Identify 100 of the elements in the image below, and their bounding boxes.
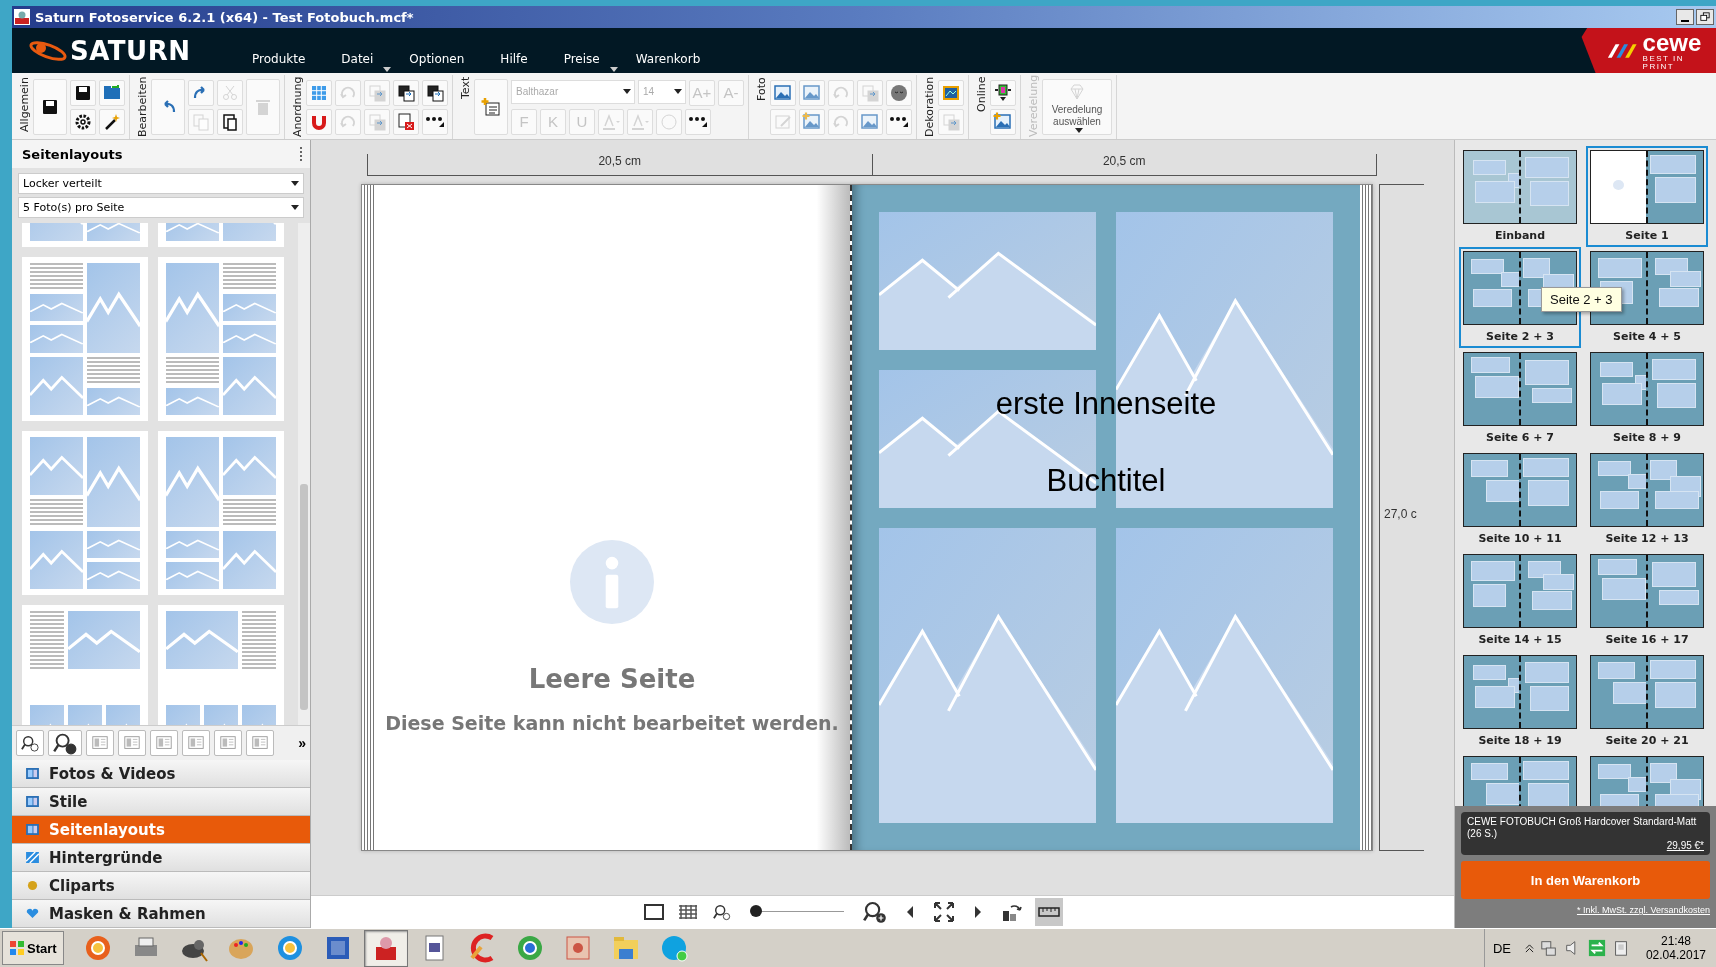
toolbar-button[interactable]: [938, 79, 964, 106]
grid-icon: [26, 824, 39, 835]
section-tab[interactable]: Hintergründe: [12, 844, 310, 872]
toolbar-group-label: Dekoration: [922, 75, 937, 139]
minimize-icon: [1681, 20, 1689, 22]
section-tab[interactable]: Stile: [12, 788, 310, 816]
width-ruler: 20,5 cm: [367, 154, 873, 176]
dropdown-field[interactable]: Locker verteilt: [18, 173, 304, 194]
book-title-text[interactable]: Buchtitel: [1046, 463, 1166, 499]
brand-name: cewe: [1642, 30, 1703, 55]
logo-text: SATURN: [70, 35, 191, 66]
stripes-logo-icon: [1606, 42, 1639, 59]
transfer-icon: [993, 82, 1013, 103]
zoom-in-icon: [53, 731, 77, 755]
panel-tool-button[interactable]: [48, 730, 82, 756]
toolbar-button[interactable]: [393, 79, 419, 106]
toolbar-group-label: Foto: [754, 76, 769, 103]
layout-thumbnail[interactable]: [22, 605, 148, 725]
crop-icon: [860, 111, 880, 132]
clock[interactable]: 21:48 02.04.2017: [1645, 933, 1706, 963]
taskbar-app[interactable]: [363, 929, 408, 967]
toolbar-button[interactable]: [685, 108, 711, 135]
toolbar-button[interactable]: [886, 108, 912, 135]
layout-thumbnail[interactable]: [22, 257, 148, 421]
minimize-button[interactable]: [1676, 9, 1694, 25]
more-icon: [689, 116, 707, 127]
trash-icon: [253, 97, 273, 117]
section-tab[interactable]: Masken & Rahmen: [12, 900, 310, 928]
restore-icon: [1700, 12, 1710, 22]
menu-item[interactable]: Warenkorb: [621, 52, 723, 73]
tooltip: Seite 2 + 3: [1541, 287, 1622, 312]
chevron-up-icon[interactable]: [1524, 943, 1534, 953]
panel-title: Seitenlayouts: [22, 146, 123, 162]
copy-icon: [191, 111, 211, 132]
toolbar-group-label: Online: [974, 76, 989, 115]
toolbar-group-label: Veredelung: [1026, 75, 1041, 139]
floppy-icon: [40, 97, 60, 117]
more-tools-button[interactable]: »: [298, 735, 306, 751]
empty-page-message: Diese Seite kann nicht bearbeitet werden.: [385, 712, 839, 734]
windows-flag-icon: [9, 940, 25, 956]
toolbar-button[interactable]: [33, 79, 67, 135]
panel-tool-button[interactable]: [16, 730, 44, 756]
width-ruler: 20,5 cm: [872, 154, 1377, 176]
layers-icon: [367, 82, 387, 103]
grid-icon: [677, 904, 698, 920]
ruler-toggle-button[interactable]: [1034, 898, 1063, 926]
page-thumbnail[interactable]: Seite 1: [1586, 146, 1708, 247]
zoom-out-icon: [712, 903, 731, 921]
page-layout-icon: [219, 734, 237, 752]
layout-thumbnail[interactable]: [158, 605, 284, 725]
start-button[interactable]: Start: [2, 931, 64, 965]
toolbar-button[interactable]: [422, 108, 448, 135]
page-icon: [643, 904, 664, 920]
toolbar-button[interactable]: [217, 108, 243, 135]
image-plus-icon: [802, 111, 822, 132]
info-icon: [570, 540, 654, 624]
toolbar-group-label: Bearbeiten: [135, 75, 150, 139]
sync-icon[interactable]: [1587, 939, 1606, 957]
toolbar-button[interactable]: [422, 79, 448, 106]
dropdown-field[interactable]: 5 Foto(s) pro Seite: [18, 197, 304, 218]
product-price[interactable]: 29,95 €*: [1666, 840, 1704, 851]
section-tab[interactable]: Fotos & Videos: [12, 760, 310, 788]
add-to-cart-button[interactable]: In den Warenkorb: [1461, 861, 1710, 899]
toolbar-button[interactable]: [990, 79, 1016, 106]
face-icon: [889, 82, 909, 103]
page-layout-icon: [123, 734, 141, 752]
grip-icon[interactable]: [300, 147, 304, 161]
layers-icon: [367, 111, 387, 132]
ruler-icon: [1037, 906, 1060, 918]
fullscreen-icon: [932, 901, 955, 923]
brand-tagline: BEST IN PRINT: [1642, 54, 1686, 71]
menu-item[interactable]: Produkte: [238, 52, 328, 73]
network-icon[interactable]: [1539, 939, 1558, 957]
toolbar-group-label: Anordnung: [290, 75, 305, 139]
layout-thumbnail[interactable]: [158, 431, 284, 595]
add-text-icon: [481, 97, 501, 117]
restore-button[interactable]: [1696, 9, 1714, 25]
page-layout-icon: [187, 734, 205, 752]
section-tab[interactable]: Cliparts: [12, 872, 310, 900]
toolbar-button[interactable]: [99, 108, 125, 135]
page-text[interactable]: erste Innenseite: [995, 386, 1217, 422]
circle-icon: [659, 111, 679, 132]
layers-icon: [860, 82, 880, 103]
window-title: Saturn Fotoservice 6.2.1 (x64) - Test Fotobuch.mcf*: [35, 9, 414, 25]
zoom-out-icon: [21, 734, 39, 752]
language-indicator[interactable]: DE: [1492, 940, 1511, 956]
toolbar-button[interactable]: [70, 108, 96, 135]
menu-item[interactable]: Hilfe: [486, 52, 550, 73]
layers-icon: [941, 111, 961, 132]
send-back-icon: [425, 82, 445, 103]
shipping-note-link[interactable]: * Inkl. MwSt. zzgl. Versandkosten: [1576, 905, 1710, 915]
section-tab[interactable]: Seitenlayouts: [12, 816, 310, 844]
toolbar-group-label: Allgemein: [17, 76, 32, 134]
scrollbar[interactable]: [298, 223, 310, 725]
layout-thumbnail[interactable]: [22, 431, 148, 595]
menu-item[interactable]: Optionen: [395, 52, 487, 73]
toolbar-button[interactable]: [70, 79, 96, 106]
heart-icon: [26, 908, 39, 919]
more-icon: [890, 116, 908, 127]
layout-thumbnail[interactable]: [158, 257, 284, 421]
